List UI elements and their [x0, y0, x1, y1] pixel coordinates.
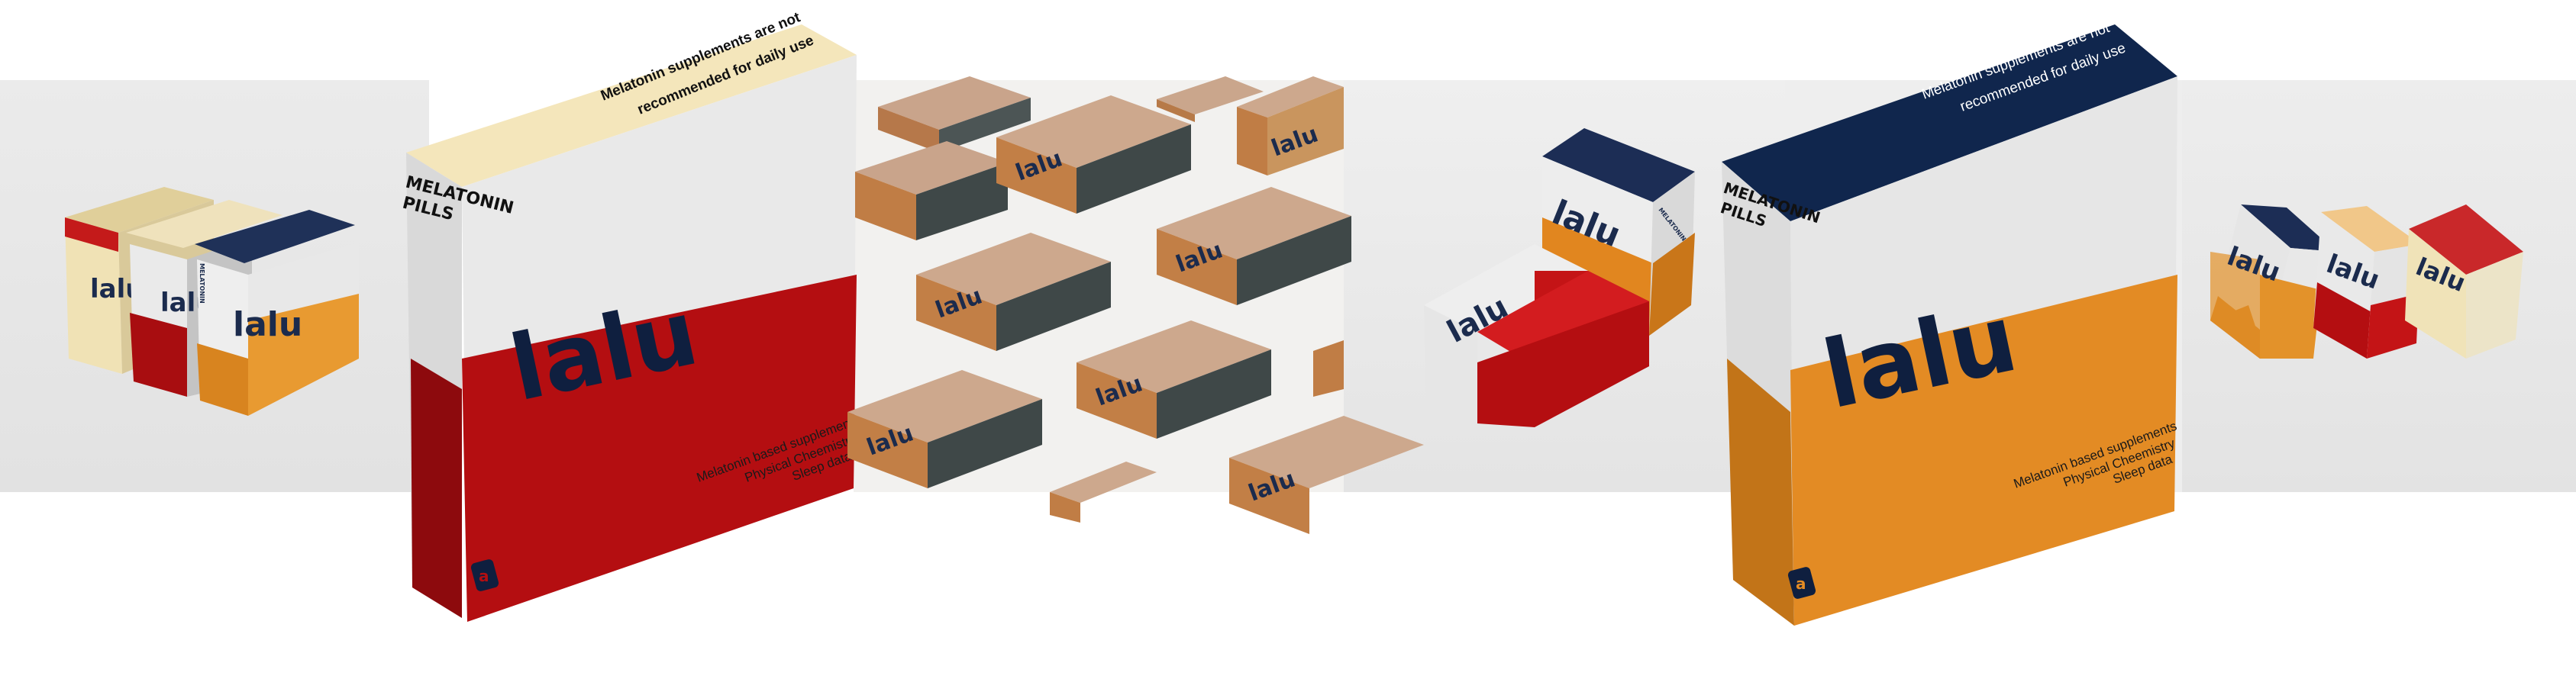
- small-box-orange: lalu MELATONIN: [195, 210, 359, 416]
- pattern-boxes: lalu lalu lalu lalu lalu lalu lalu: [847, 76, 1424, 534]
- hero-orange-emblem-letter: a: [1796, 575, 1806, 593]
- hero-box-red: lalu MELATONIN PILLS Melatonin supplemen…: [401, 9, 862, 622]
- pattern-box: [1313, 340, 1344, 397]
- pattern-box: lalu: [1077, 320, 1271, 439]
- pattern-box: [1050, 462, 1157, 523]
- small-box-orange-label: MELATONIN: [199, 263, 205, 304]
- packaging-scene: lalu lalu lalu MELATONIN lalu MELATONIN …: [65, 9, 2523, 626]
- pattern-box: lalu: [1157, 187, 1351, 305]
- hero-red-emblem-letter: a: [479, 567, 489, 585]
- hero-red-side-red: [411, 359, 462, 618]
- hero-box-orange: lalu MELATONIN PILLS Melatonin supplemen…: [1718, 20, 2179, 626]
- pattern-box: lalu: [916, 233, 1111, 351]
- pattern-box: lalu: [847, 370, 1042, 488]
- leaning-box-red: lalu: [2313, 206, 2420, 359]
- pattern-box: [855, 141, 1008, 240]
- leaning-box-cream: lalu: [2405, 204, 2523, 359]
- small-box-orange-logo: lalu: [233, 305, 302, 344]
- pattern-box: lalu: [1229, 416, 1424, 534]
